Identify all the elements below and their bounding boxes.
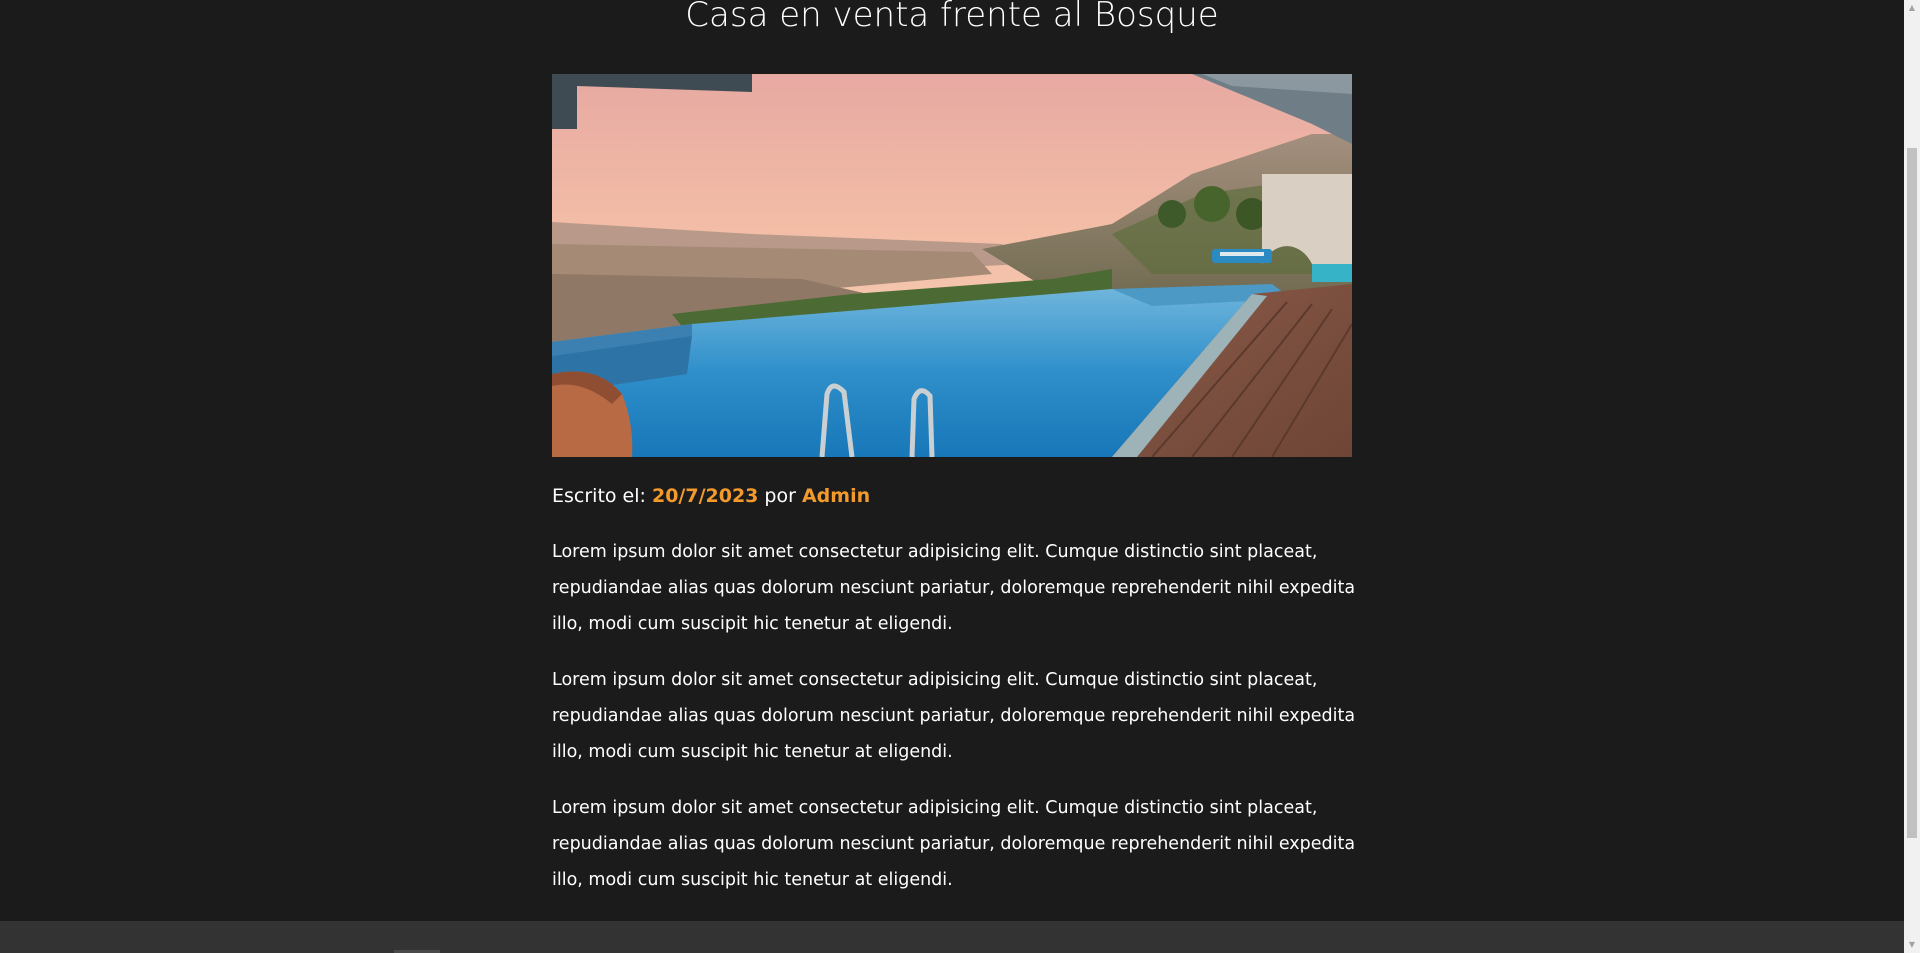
triangle-down-icon[interactable]: ▼ — [1904, 937, 1920, 953]
browser-viewport: Casa en venta frente al Bosque Escrito e… — [0, 0, 1920, 953]
post-author: Admin — [801, 485, 871, 507]
post-date: 20/7/2023 — [651, 485, 759, 507]
blog-post: Casa en venta frente al Bosque Escrito e… — [0, 0, 1904, 953]
post-paragraph: Lorem ipsum dolor sit amet consectetur a… — [552, 542, 1356, 634]
page-footer — [0, 921, 1904, 953]
vertical-scrollbar[interactable]: ▲ ▼ — [1904, 0, 1920, 953]
post-body: Lorem ipsum dolor sit amet consectetur a… — [552, 534, 1362, 918]
triangle-up-icon[interactable]: ▲ — [1904, 0, 1920, 16]
post-meta: Escrito el: 20/7/2023 por Admin — [552, 481, 870, 511]
post-paragraph: Lorem ipsum dolor sit amet consectetur a… — [552, 670, 1356, 762]
post-image — [552, 74, 1352, 457]
meta-by: por — [758, 485, 802, 507]
meta-prefix: Escrito el: — [552, 485, 652, 507]
pool-photo — [552, 74, 1352, 457]
post-paragraph: Lorem ipsum dolor sit amet consectetur a… — [552, 798, 1356, 890]
post-title: Casa en venta frente al Bosque — [685, 0, 1219, 35]
scrollbar-thumb[interactable] — [1907, 148, 1917, 838]
